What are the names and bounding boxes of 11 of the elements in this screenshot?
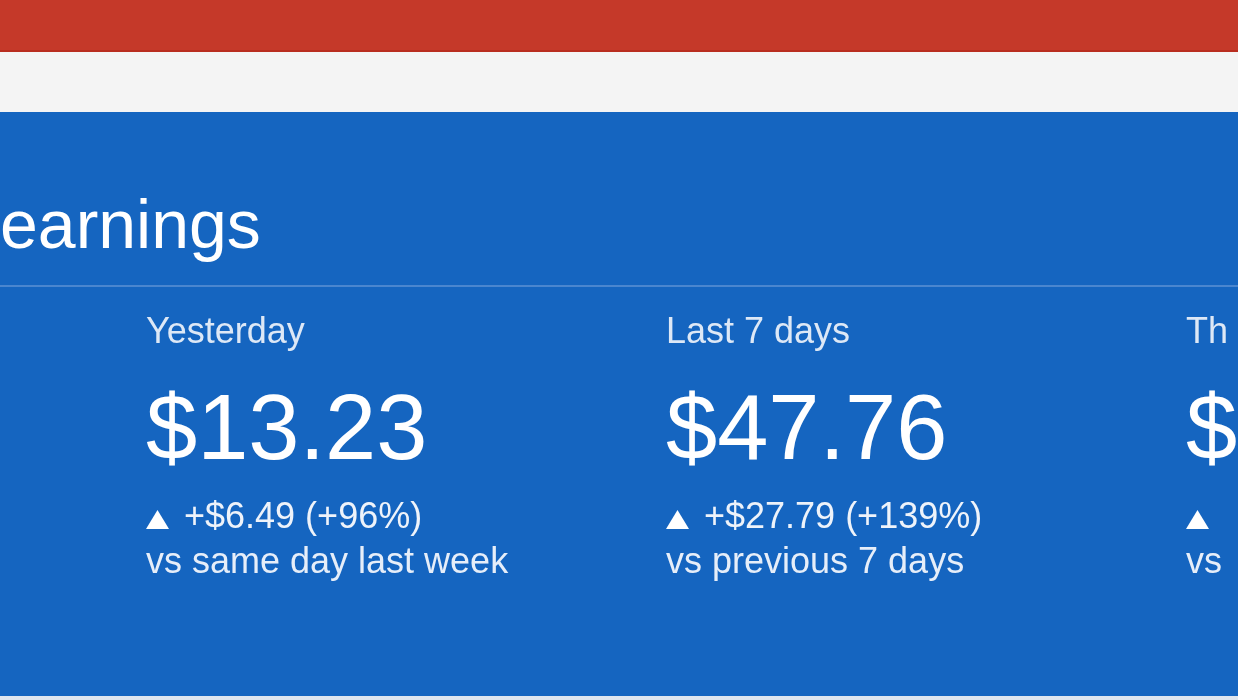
period-label: Yesterday	[146, 313, 305, 349]
amount-value: $47.76	[666, 381, 948, 473]
comparison-text: vs previous 7 days	[666, 543, 965, 579]
comparison-text: vs same day last week	[146, 543, 509, 579]
change-text: +$27.79 (+139%)	[704, 498, 983, 534]
period-label: Th	[1186, 313, 1228, 349]
comparison-text: vs	[1186, 543, 1222, 579]
amount-value: $13.23	[146, 381, 428, 473]
amount-value: $	[1186, 381, 1238, 473]
change-text: +$6.49 (+96%)	[184, 498, 423, 534]
period-label: Last 7 days	[666, 313, 851, 349]
